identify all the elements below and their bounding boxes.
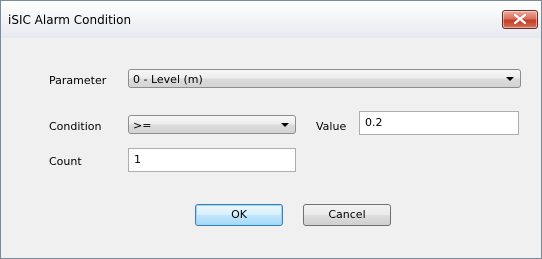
- count-label: Count: [49, 155, 82, 168]
- value-label: Value: [316, 120, 347, 133]
- dialog-window: iSIC Alarm Condition Parameter 0 - Level…: [0, 0, 542, 259]
- dialog-content: Parameter 0 - Level (m) Condition >= Val…: [1, 38, 541, 258]
- close-button[interactable]: [502, 10, 538, 29]
- chevron-down-icon: [506, 77, 514, 81]
- value-input[interactable]: 0.2: [359, 111, 519, 135]
- ok-button[interactable]: OK: [195, 204, 283, 226]
- cancel-button[interactable]: Cancel: [303, 204, 391, 226]
- parameter-label: Parameter: [49, 74, 107, 87]
- parameter-dropdown[interactable]: 0 - Level (m): [128, 69, 521, 88]
- close-icon: [514, 14, 526, 24]
- chevron-down-icon: [281, 123, 289, 127]
- window-title: iSIC Alarm Condition: [8, 13, 132, 27]
- condition-label: Condition: [49, 120, 102, 133]
- count-input[interactable]: 1: [128, 148, 296, 172]
- condition-selected-value: >=: [133, 119, 152, 132]
- title-bar[interactable]: iSIC Alarm Condition: [1, 1, 541, 38]
- count-input-text: 1: [134, 153, 141, 166]
- condition-dropdown[interactable]: >=: [128, 115, 296, 134]
- value-input-text: 0.2: [365, 116, 383, 129]
- parameter-selected-value: 0 - Level (m): [133, 73, 203, 86]
